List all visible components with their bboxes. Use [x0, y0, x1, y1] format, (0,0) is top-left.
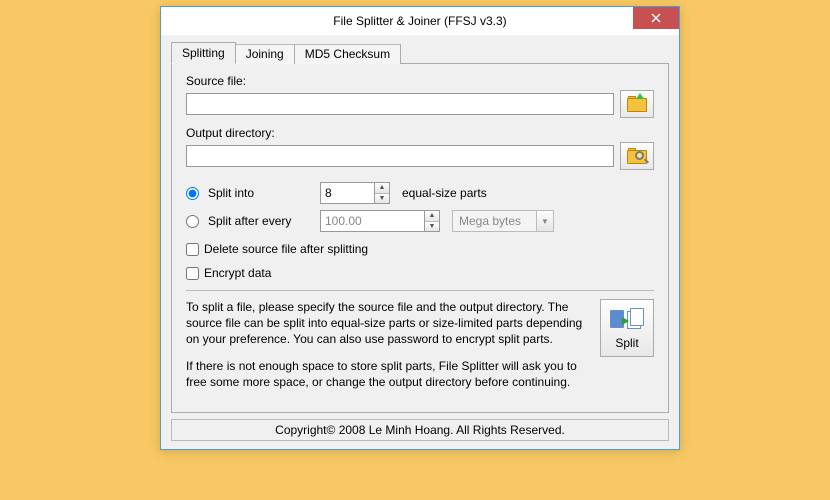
- split-into-value[interactable]: 8: [320, 182, 374, 204]
- split-into-radio[interactable]: [186, 187, 199, 200]
- unit-value: Mega bytes: [452, 210, 536, 232]
- encrypt-checkbox[interactable]: [186, 267, 199, 280]
- split-into-suffix: equal-size parts: [402, 186, 487, 200]
- close-button[interactable]: [633, 7, 679, 29]
- split-after-value[interactable]: 100.00: [320, 210, 424, 232]
- footer-copyright: Copyright© 2008 Le Minh Hoang. All Right…: [171, 419, 669, 441]
- help-paragraph-1: To split a file, please specify the sour…: [186, 299, 588, 348]
- split-after-label: Split after every: [208, 214, 314, 228]
- split-into-row: Split into 8 ▲ ▼ equal-size parts: [186, 182, 654, 204]
- window-title: File Splitter & Joiner (FFSJ v3.3): [161, 14, 679, 28]
- tab-joining[interactable]: Joining: [235, 44, 295, 64]
- tabpanel-splitting: Source file: Output directory:: [171, 63, 669, 413]
- browse-output-button[interactable]: [620, 142, 654, 170]
- folder-open-icon: [627, 96, 647, 112]
- delete-source-row: Delete source file after splitting: [186, 242, 654, 256]
- browse-source-button[interactable]: [620, 90, 654, 118]
- tab-md5[interactable]: MD5 Checksum: [294, 44, 401, 64]
- split-icon: [610, 306, 644, 334]
- encrypt-label: Encrypt data: [204, 266, 271, 280]
- window-body: Splitting Joining MD5 Checksum Source fi…: [161, 35, 679, 449]
- tab-splitting[interactable]: Splitting: [171, 42, 236, 64]
- split-button[interactable]: Split: [600, 299, 654, 357]
- spinner-up-icon[interactable]: ▲: [425, 211, 439, 222]
- folder-search-icon: [627, 148, 647, 164]
- application-window: File Splitter & Joiner (FFSJ v3.3) Split…: [160, 6, 680, 450]
- help-row: To split a file, please specify the sour…: [186, 299, 654, 400]
- close-icon: [651, 13, 661, 23]
- split-after-spinner[interactable]: 100.00 ▲ ▼: [320, 210, 440, 232]
- tabstrip: Splitting Joining MD5 Checksum: [171, 42, 669, 64]
- split-after-row: Split after every 100.00 ▲ ▼ Mega bytes …: [186, 210, 654, 232]
- spinner-up-icon[interactable]: ▲: [375, 183, 389, 194]
- source-file-label: Source file:: [186, 74, 654, 88]
- spinner-down-icon[interactable]: ▼: [375, 194, 389, 204]
- output-dir-label: Output directory:: [186, 126, 654, 140]
- output-dir-input[interactable]: [186, 145, 614, 167]
- titlebar[interactable]: File Splitter & Joiner (FFSJ v3.3): [161, 7, 679, 35]
- unit-combobox[interactable]: Mega bytes ▼: [452, 210, 554, 232]
- separator: [186, 290, 654, 291]
- delete-source-checkbox[interactable]: [186, 243, 199, 256]
- split-into-spinner[interactable]: 8 ▲ ▼: [320, 182, 390, 204]
- help-text: To split a file, please specify the sour…: [186, 299, 588, 400]
- source-file-input[interactable]: [186, 93, 614, 115]
- encrypt-row: Encrypt data: [186, 266, 654, 280]
- help-paragraph-2: If there is not enough space to store sp…: [186, 358, 588, 390]
- split-into-label: Split into: [208, 186, 314, 200]
- split-button-label: Split: [615, 336, 638, 350]
- spinner-down-icon[interactable]: ▼: [425, 222, 439, 232]
- chevron-down-icon[interactable]: ▼: [536, 210, 554, 232]
- split-after-radio[interactable]: [186, 215, 199, 228]
- delete-source-label: Delete source file after splitting: [204, 242, 368, 256]
